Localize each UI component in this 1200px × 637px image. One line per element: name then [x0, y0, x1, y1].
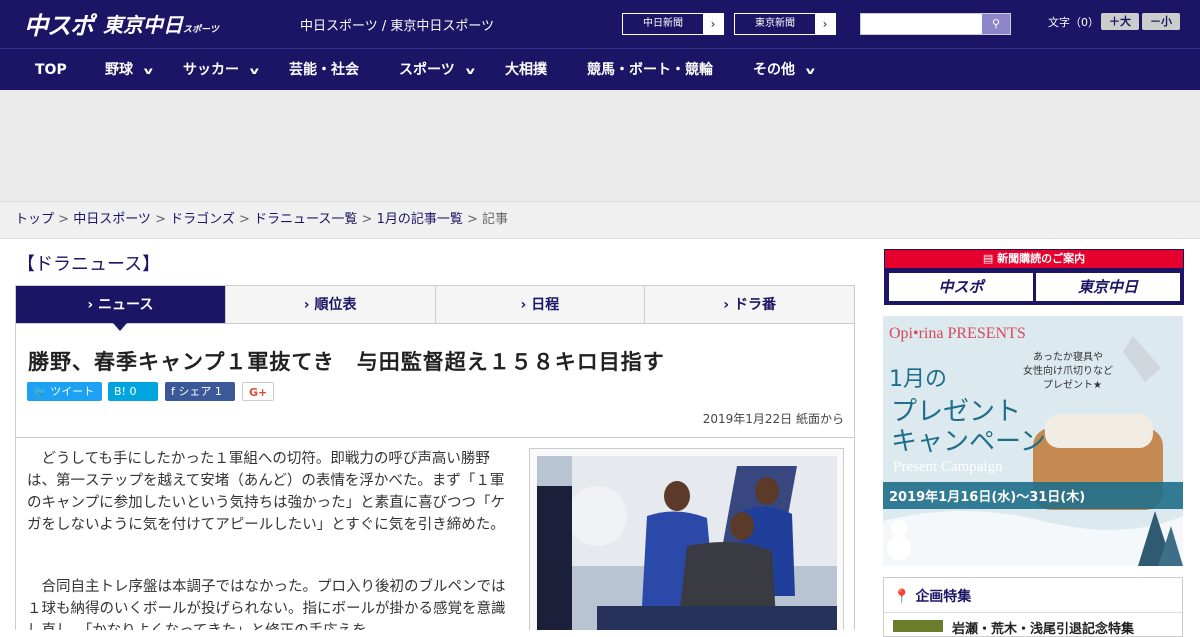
svg-text:あったか寝具や: あったか寝具や [1033, 350, 1103, 363]
article-paragraph: 合同自主トレ序盤は本調子ではなかった。プロ入り後初のブルペンでは１球も納得のいく… [27, 579, 506, 630]
svg-text:2019年1月16日(水)〜31日(木): 2019年1月16日(水)〜31日(木) [889, 489, 1085, 505]
breadcrumb-chunichi-sports[interactable]: 中日スポーツ [73, 212, 151, 227]
tab-schedule[interactable]: › 日程 [435, 286, 646, 323]
facebook-share-button[interactable]: f シェア 1 [165, 382, 235, 401]
subscription-header[interactable]: ▤ 新聞購読のご案内 [885, 250, 1183, 268]
nav-soccer[interactable]: サッカー v [183, 49, 259, 91]
feature-item[interactable]: 岩瀬・荒木・浅尾引退記念特集 [952, 618, 1134, 637]
chevron-right-icon: › [815, 14, 835, 34]
google-plus-button[interactable]: G+ [242, 382, 274, 401]
hatena-bookmark-button[interactable]: B! 0 [108, 382, 158, 401]
feature-section: 📍 企画特集 岩瀬・荒木・浅尾引退記念特集 [883, 577, 1183, 637]
chevron-down-icon: v [805, 66, 815, 77]
newspaper-subscription-box: ▤ 新聞購読のご案内 中スポ 東京中日 [884, 249, 1184, 305]
facebook-icon: f [171, 385, 175, 398]
nav-top[interactable]: TOP [35, 49, 67, 91]
article-date: 2019年1月22日 紙面から [702, 412, 844, 426]
search-button[interactable]: ⚲ [982, 14, 1010, 34]
top-bar: 中スポ 東京中日スポーツ 中日スポーツ / 東京中日スポーツ 中日新聞 › 東京新… [0, 0, 1200, 48]
newspaper-icon: ▤ [982, 252, 994, 265]
article-body: どうしても手にしたかった１軍組への切符。即戦力の呼び声高い勝野は、第一ステップを… [15, 438, 855, 630]
nav-entertainment[interactable]: 芸能・社会 [289, 49, 359, 91]
svg-text:Present Campaign: Present Campaign [893, 459, 1003, 475]
svg-text:Opi•rina PRESENTS: Opi•rina PRESENTS [889, 325, 1026, 342]
nav-other[interactable]: その他 v [753, 49, 815, 91]
feature-thumbnail[interactable] [893, 620, 943, 632]
subscribe-chuspo-button[interactable]: 中スポ [889, 273, 1033, 301]
chevron-down-icon: v [249, 66, 259, 77]
tab-doraban[interactable]: › ドラ番 [645, 286, 854, 323]
nav-sports[interactable]: スポーツ v [399, 49, 475, 91]
section-title: 【ドラニュース】 [17, 254, 161, 275]
breadcrumb-current: 記事 [482, 212, 509, 227]
players-photo-illustration [537, 456, 837, 630]
article-header: 勝野、春季キャンプ１軍抜てき 与田監督超え１５８キロ目指す 🐦 ツイート B! … [15, 324, 855, 438]
tab-news[interactable]: › ニュース [16, 286, 226, 331]
svg-text:1月の: 1月の [889, 367, 947, 392]
subscribe-tokyo-chunichi-button[interactable]: 東京中日 [1036, 273, 1180, 301]
font-size-label: 文字（0） [1048, 16, 1099, 29]
chevron-right-icon: › [703, 14, 723, 34]
ad-banner-area [0, 90, 1200, 201]
breadcrumb-january-list[interactable]: 1月の記事一覧 [377, 212, 463, 227]
search-input[interactable]: ⚲ [860, 13, 1011, 35]
present-campaign-ad[interactable]: Opi•rina PRESENTS あったか寝具や 女性向け爪切りなど プレゼン… [883, 316, 1183, 566]
twitter-icon: 🐦 [33, 385, 47, 398]
feature-title: 📍 企画特集 [893, 589, 972, 605]
article-paragraph: どうしても手にしたかった１軍組への切符。即戦力の呼び声高い勝野は、第一ステップを… [27, 451, 506, 533]
section-tabs: › ニュース › 順位表 › 日程 › ドラ番 [15, 285, 855, 331]
campaign-ad-graphic: Opi•rina PRESENTS あったか寝具や 女性向け爪切りなど プレゼン… [883, 316, 1183, 566]
nav-baseball[interactable]: 野球 v [105, 49, 153, 91]
search-icon: ⚲ [991, 17, 1001, 30]
font-larger-button[interactable]: ＋大 [1101, 13, 1139, 30]
pin-icon: 📍 [893, 589, 911, 605]
font-smaller-button[interactable]: －小 [1142, 13, 1180, 30]
logo-tokyo-chunichi: 東京中日スポーツ [103, 12, 219, 37]
breadcrumb-dora-news-list[interactable]: ドラニュース一覧 [254, 212, 357, 227]
logo-chuspo: 中スポ [24, 11, 94, 40]
nav-racing[interactable]: 競馬・ボート・競輪 [587, 49, 713, 91]
svg-text:キャンペーン: キャンペーン [891, 427, 1046, 457]
article-headline: 勝野、春季キャンプ１軍抜てき 与田監督超え１５８キロ目指す [28, 350, 665, 374]
breadcrumb: トップ > 中日スポーツ > ドラゴンズ > ドラニュース一覧 > 1月の記事一… [0, 201, 1200, 239]
site-logo[interactable]: 中スポ 東京中日スポーツ [24, 8, 219, 40]
nav-sumo[interactable]: 大相撲 [505, 49, 547, 91]
svg-text:プレゼント★: プレゼント★ [1043, 379, 1102, 391]
chevron-down-icon: v [143, 66, 153, 77]
chunichi-shimbun-link[interactable]: 中日新聞 › [622, 13, 724, 35]
chevron-down-icon: v [465, 66, 475, 77]
article-photo[interactable] [529, 448, 844, 630]
tab-standings[interactable]: › 順位表 [225, 286, 436, 323]
tokyo-shimbun-link[interactable]: 東京新聞 › [734, 13, 836, 35]
tweet-button[interactable]: 🐦 ツイート [27, 382, 102, 401]
main-nav: TOP 野球 v サッカー v 芸能・社会 スポーツ v 大相撲 競馬・ボート・競輪 … [0, 48, 1200, 90]
site-name[interactable]: 中日スポーツ / 東京中日スポーツ [300, 15, 494, 34]
svg-text:プレゼント: プレゼント [891, 397, 1021, 427]
photo-image [537, 456, 837, 630]
svg-text:女性向け爪切りなど: 女性向け爪切りなど [1023, 364, 1113, 377]
breadcrumb-top[interactable]: トップ [15, 212, 54, 227]
breadcrumb-dragons[interactable]: ドラゴンズ [170, 212, 235, 227]
